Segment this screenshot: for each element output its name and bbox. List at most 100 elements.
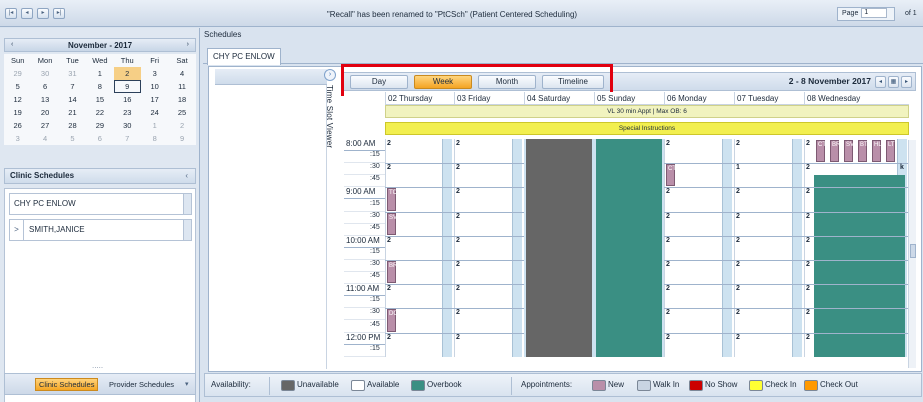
- calendar-day[interactable]: 9: [168, 132, 195, 145]
- slot-count: 2: [387, 164, 391, 172]
- calendar-day[interactable]: 29: [86, 119, 113, 132]
- calendar-day[interactable]: 23: [114, 106, 141, 119]
- provider-item[interactable]: > SMITH,JANICE: [9, 219, 192, 241]
- time-minute-label: :45: [370, 272, 380, 280]
- provider-schedules-button[interactable]: Provider Schedules: [109, 378, 174, 391]
- calendar-day[interactable]: 14: [59, 93, 86, 106]
- calendar-day[interactable]: 20: [31, 106, 58, 119]
- next-week-button[interactable]: ▸: [901, 76, 912, 88]
- calendar-day[interactable]: 31: [59, 67, 86, 80]
- calendar-day[interactable]: 7: [114, 132, 141, 145]
- calendar-day[interactable]: 19: [4, 106, 31, 119]
- special-instructions-banner[interactable]: Special Instructions: [385, 122, 909, 135]
- calendar-day[interactable]: 10: [141, 80, 168, 93]
- last-record-button[interactable]: ▸|: [53, 8, 65, 19]
- next-record-button[interactable]: ▸: [37, 8, 49, 19]
- calendar-day[interactable]: 26: [4, 119, 31, 132]
- time-minute-label: :45: [370, 320, 380, 328]
- clinic-item[interactable]: CHY PC ENLOW: [9, 193, 192, 215]
- calendar-day[interactable]: 27: [31, 119, 58, 132]
- appointment-block[interactable]: SV: [844, 140, 854, 163]
- clinic-schedules-button[interactable]: Clinic Schedules: [35, 378, 99, 391]
- calendar-day[interactable]: 13: [31, 93, 58, 106]
- calendar-day[interactable]: 4: [31, 132, 58, 145]
- provider-name: SMITH,JANICE: [29, 225, 85, 234]
- schedule-vertical-scrollbar[interactable]: [908, 140, 916, 368]
- calendar-day[interactable]: 1: [86, 67, 113, 80]
- calendar-day[interactable]: 16: [114, 93, 141, 106]
- more-options-button[interactable]: ▾: [185, 378, 189, 391]
- calendar-day[interactable]: 8: [86, 80, 113, 93]
- collapse-panel-button[interactable]: ‹: [185, 169, 188, 183]
- appointment-block[interactable]: LT: [886, 140, 895, 163]
- calendar-day[interactable]: 30: [31, 67, 58, 80]
- slot-count: 2: [736, 188, 740, 196]
- appointment-block[interactable]: SV: [387, 212, 397, 235]
- provider-list-scrollbar[interactable]: [183, 220, 191, 240]
- scrollbar-thumb[interactable]: [910, 244, 916, 258]
- legend-divider: [269, 377, 270, 395]
- available-label: Available: [367, 380, 400, 389]
- day-header[interactable]: 07 Tuesday: [734, 92, 804, 105]
- calendar-day[interactable]: 25: [168, 106, 195, 119]
- appointment-block[interactable]: BR: [387, 261, 397, 284]
- calendar-day[interactable]: 8: [141, 132, 168, 145]
- calendar-day[interactable]: 12: [4, 93, 31, 106]
- calendar-day[interactable]: 6: [31, 80, 58, 93]
- appointment-block[interactable]: DC: [387, 309, 398, 332]
- prev-record-button[interactable]: ◂: [21, 8, 33, 19]
- slot-count-strip: [512, 139, 522, 357]
- calendar-day[interactable]: 9: [113, 80, 141, 93]
- calendar-day[interactable]: 5: [4, 80, 31, 93]
- calendar-day[interactable]: 28: [59, 119, 86, 132]
- day-header[interactable]: 05 Sunday: [594, 92, 664, 105]
- expand-provider-button[interactable]: >: [10, 220, 24, 240]
- calendar-day[interactable]: 30: [114, 119, 141, 132]
- next-month-button[interactable]: ›: [187, 41, 189, 48]
- calendar-day[interactable]: 17: [141, 93, 168, 106]
- splitter-grip[interactable]: .....: [92, 361, 103, 370]
- day-header[interactable]: 08 Wednesday: [804, 92, 909, 105]
- day-header[interactable]: 02 Thursday: [385, 92, 454, 105]
- first-record-button[interactable]: |◂: [5, 8, 17, 19]
- calendar-day[interactable]: 2: [113, 67, 141, 80]
- calendar-day[interactable]: 18: [168, 93, 195, 106]
- calendar-day[interactable]: 21: [59, 106, 86, 119]
- slot-count: 2: [806, 140, 810, 147]
- appointment-block[interactable]: CT: [666, 164, 676, 187]
- calendar-day[interactable]: 11: [168, 80, 195, 93]
- slot-count: 2: [806, 188, 810, 196]
- calendar-day[interactable]: 29: [4, 67, 31, 80]
- appointment-block[interactable]: CT: [816, 140, 826, 163]
- calendar-day[interactable]: 7: [59, 80, 86, 93]
- appointment-block[interactable]: BR: [830, 140, 840, 163]
- prev-week-button[interactable]: ◂: [875, 76, 886, 88]
- calendar-day[interactable]: 1: [141, 119, 168, 132]
- calendar-day[interactable]: 3: [141, 67, 168, 80]
- calendar-day[interactable]: 22: [86, 106, 113, 119]
- slot-divider: [734, 284, 804, 286]
- page-input[interactable]: 1: [861, 8, 888, 19]
- calendar-day[interactable]: 5: [59, 132, 86, 145]
- clinic-list-scrollbar[interactable]: [183, 194, 191, 214]
- calendar-day[interactable]: 2: [168, 119, 195, 132]
- expand-time-slot-viewer-button[interactable]: ›: [324, 69, 336, 81]
- slot-divider: [804, 284, 909, 286]
- tab-chy-pc-enlow[interactable]: CHY PC ENLOW: [207, 48, 281, 65]
- calendar-picker-button[interactable]: ▦: [888, 76, 899, 88]
- calendar-day[interactable]: 6: [86, 132, 113, 145]
- calendar-day[interactable]: 4: [168, 67, 195, 80]
- calendar-day[interactable]: 24: [141, 106, 168, 119]
- calendar-weekday: Mon: [37, 56, 53, 65]
- day-header[interactable]: 04 Saturday: [524, 92, 594, 105]
- time-slot-row: :15: [344, 248, 385, 260]
- appointment-block[interactable]: HL: [872, 140, 882, 163]
- appointment-block[interactable]: BT: [858, 140, 868, 163]
- day-header[interactable]: 03 Friday: [454, 92, 524, 105]
- calendar-day[interactable]: 3: [4, 132, 31, 145]
- day-header[interactable]: 06 Monday: [664, 92, 734, 105]
- slot-count: 2: [806, 309, 810, 317]
- schedule-tabs: CHY PC ENLOW: [203, 44, 923, 65]
- calendar-day[interactable]: 15: [86, 93, 113, 106]
- appointment-block[interactable]: TC: [387, 188, 397, 211]
